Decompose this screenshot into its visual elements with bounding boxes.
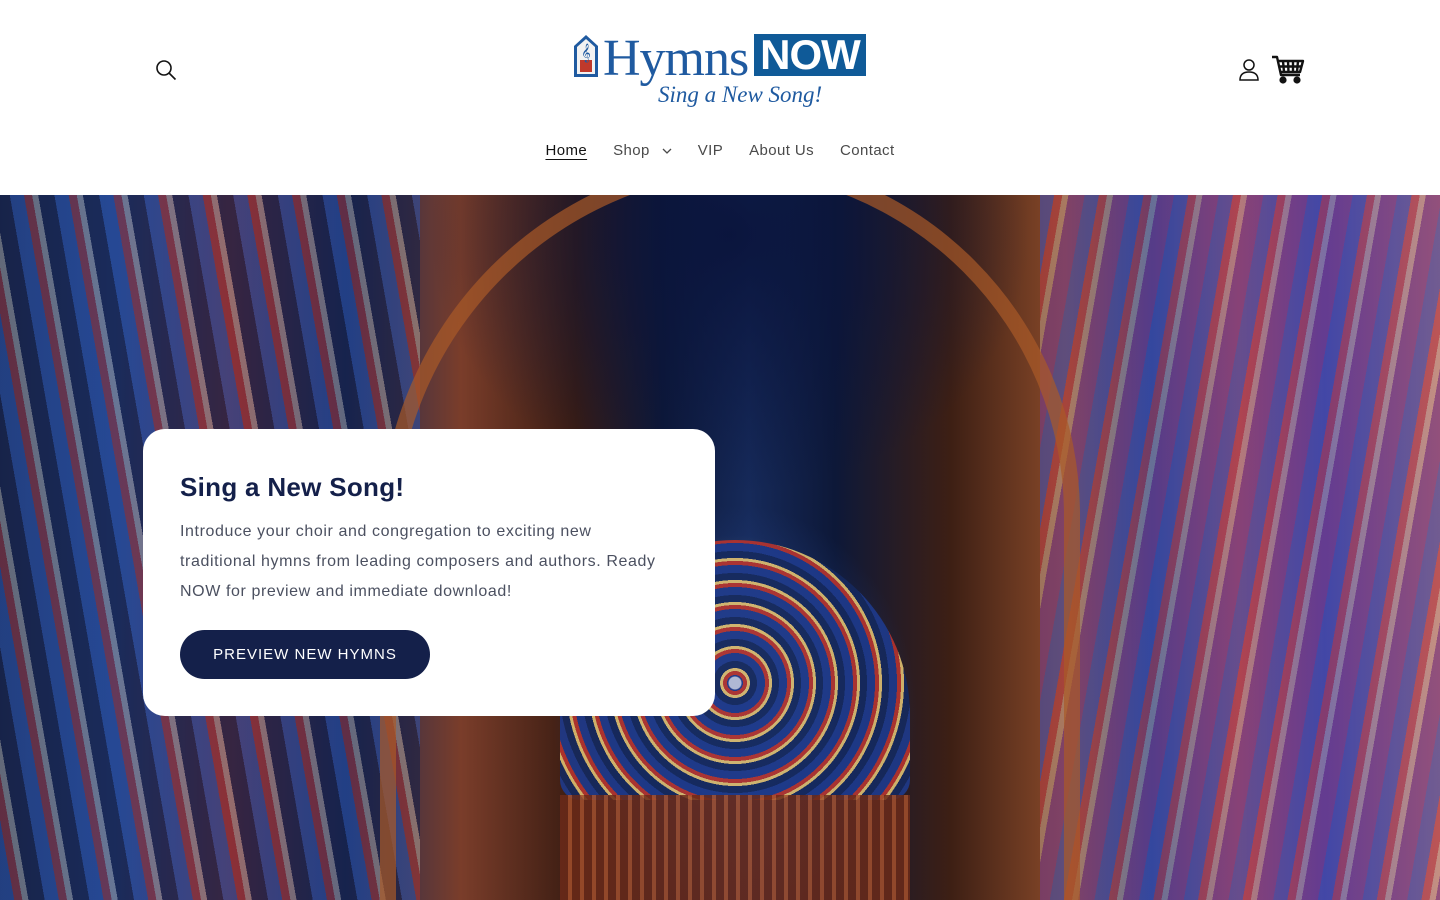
nav-item-home[interactable]: Home: [532, 138, 600, 163]
nav-item-label: VIP: [697, 142, 724, 159]
logo-organ-icon: 𝄞: [574, 35, 598, 77]
site-logo[interactable]: 𝄞 Hymns NOW Sing a New Song!: [570, 30, 870, 112]
chevron-down-icon: [662, 148, 672, 154]
svg-text:𝄞: 𝄞: [581, 43, 590, 63]
search-button[interactable]: [148, 52, 184, 88]
logo-wordmark: 𝄞 Hymns NOW Sing a New Song!: [570, 30, 870, 112]
nav-item-contact[interactable]: Contact: [827, 138, 908, 163]
cart-button[interactable]: [1268, 49, 1308, 89]
nav-item-label: Shop: [613, 142, 650, 159]
cart-icon: [1272, 55, 1305, 84]
hero-title: Sing a New Song!: [180, 472, 405, 502]
search-icon: [156, 60, 177, 81]
nav-item-shop[interactable]: Shop: [600, 138, 685, 163]
logo-word-hymns: Hymns: [603, 30, 749, 87]
nav-item-vip[interactable]: VIP: [685, 138, 736, 163]
preview-new-hymns-button[interactable]: PREVIEW NEW HYMNS: [180, 630, 430, 679]
hero-stained-glass-right: [1040, 195, 1440, 900]
account-button[interactable]: [1232, 52, 1266, 88]
nav-item-label: Home: [545, 142, 588, 159]
user-icon: [1239, 59, 1259, 81]
hero-description: Introduce your choir and congregation to…: [180, 523, 656, 600]
site-header: 𝄞 Hymns NOW Sing a New Song! Home Shop V…: [0, 0, 1440, 195]
nav-item-about-us[interactable]: About Us: [736, 138, 827, 163]
logo-word-now: NOW: [754, 34, 866, 76]
logo-tagline: Sing a New Song!: [658, 82, 823, 107]
main-nav: Home Shop VIP About Us Contact: [0, 138, 1440, 163]
hero-content-card: Sing a New Song! Introduce your choir an…: [143, 429, 715, 716]
hero-balustrade: [560, 795, 910, 900]
nav-item-label: Contact: [840, 142, 895, 159]
nav-item-label: About Us: [749, 142, 815, 159]
